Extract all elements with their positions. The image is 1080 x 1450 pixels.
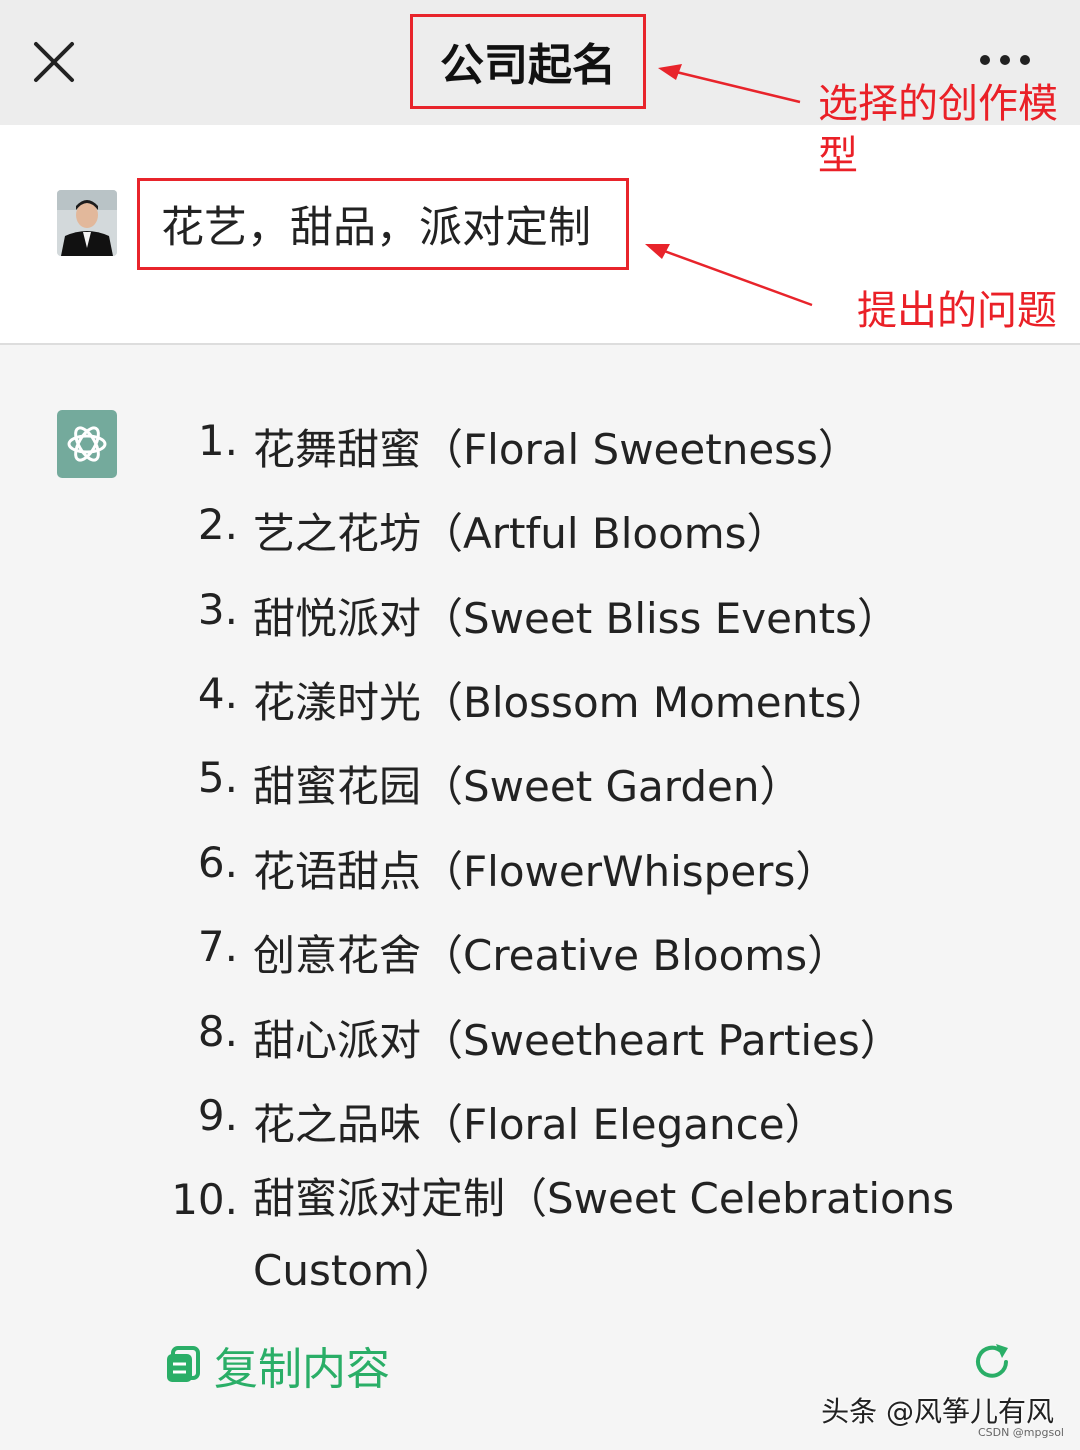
answer-item: 1. 花舞甜蜜（Floral Sweetness）	[0, 416, 1080, 500]
answer-item: 5. 甜蜜花园（Sweet Garden）	[0, 753, 1080, 837]
answer-item-text: 花之品味（Floral Elegance）	[253, 1100, 827, 1149]
answer-item-number: 7.	[197, 922, 238, 971]
question-annotation-label: 提出的问题	[857, 288, 1057, 334]
answer-item-number: 10.	[171, 1175, 238, 1224]
answer-item-number: 4.	[197, 669, 238, 718]
answer-item-number: 6.	[197, 838, 238, 887]
answer-item-text: 花舞甜蜜（Floral Sweetness）	[253, 425, 860, 474]
answer-item-text: 花语甜点（FlowerWhispers）	[253, 847, 838, 896]
chat-page: 公司起名 花艺，甜品，派对定制 1. 花舞甜蜜（Floral Sweetness…	[0, 0, 1080, 1450]
answer-item-number: 9.	[197, 1091, 238, 1140]
regenerate-button[interactable]	[970, 1340, 1014, 1384]
answer-item-text: 花漾时光（Blossom Moments）	[253, 678, 889, 727]
close-button[interactable]	[30, 38, 78, 86]
answer-item-text: 甜悦派对（Sweet Bliss Events）	[253, 594, 899, 643]
user-photo-icon	[57, 190, 117, 256]
answer-item: 3. 甜悦派对（Sweet Bliss Events）	[0, 585, 1080, 669]
answer-item: 10. 甜蜜派对定制（Sweet Celebrations Custom）	[0, 1174, 1080, 1335]
answer-item-text: 甜蜜派对定制（Sweet Celebrations Custom）	[253, 1174, 955, 1295]
copy-content-label: 复制内容	[214, 1344, 390, 1395]
more-dots-icon	[980, 55, 1030, 65]
title-highlight-box	[410, 14, 646, 109]
answer-item-number: 1.	[197, 416, 238, 465]
user-avatar[interactable]	[57, 190, 117, 256]
more-button[interactable]	[975, 42, 1035, 78]
refresh-icon	[976, 1344, 1008, 1378]
answer-item-number: 2.	[197, 500, 238, 549]
answer-item-number: 3.	[197, 585, 238, 634]
answer-item-text: 创意花舍（Creative Blooms）	[253, 931, 850, 980]
csdn-watermark: CSDN @mpgsol	[977, 1426, 1064, 1439]
answer-item-text: 甜蜜花园（Sweet Garden）	[253, 762, 802, 811]
answer-item: 6. 花语甜点（FlowerWhispers）	[0, 838, 1080, 922]
answer-item-number: 5.	[197, 753, 238, 802]
answer-item-text: 艺之花坊（Artful Blooms）	[253, 509, 789, 558]
answer-item-number: 8.	[197, 1007, 238, 1056]
answer-item: 2. 艺之花坊（Artful Blooms）	[0, 500, 1080, 584]
close-icon	[34, 42, 74, 82]
copy-content-button[interactable]: 复制内容	[164, 1335, 390, 1395]
model-annotation-label: 选择的创作模型	[818, 81, 1058, 179]
answer-item: 4. 花漾时光（Blossom Moments）	[0, 669, 1080, 753]
copy-icon	[167, 1346, 200, 1382]
answer-item: 8. 甜心派对（Sweetheart Parties）	[0, 1007, 1080, 1091]
question-highlight-box	[137, 178, 629, 270]
answer-item-text: 甜心派对（Sweetheart Parties）	[253, 1016, 902, 1065]
answer-item: 7. 创意花舍（Creative Blooms）	[0, 922, 1080, 1006]
toutiao-watermark: 头条 @风筝儿有风	[821, 1395, 1054, 1428]
